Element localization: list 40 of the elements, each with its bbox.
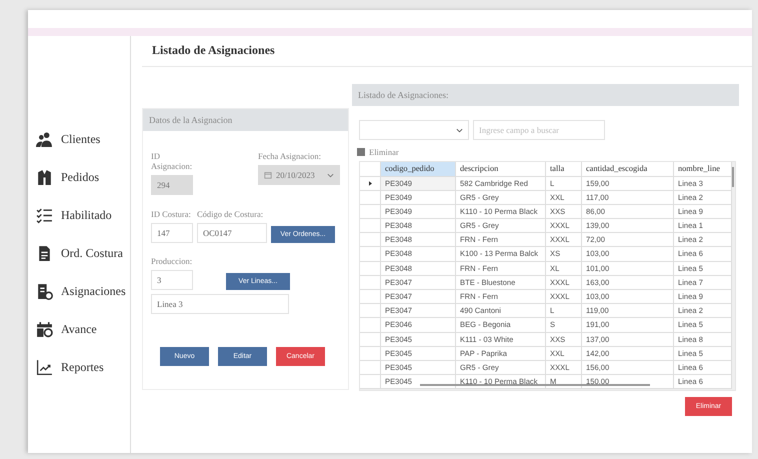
sidebar-item[interactable]: Reportes xyxy=(28,356,104,379)
search-field[interactable]: Ingrese campo a buscar xyxy=(473,120,605,140)
field-label: ID Costura: xyxy=(151,209,192,219)
users-icon xyxy=(36,131,53,148)
sidebar-item[interactable]: Pedidos xyxy=(28,166,100,189)
caret-icon xyxy=(327,172,334,178)
column-header[interactable]: talla xyxy=(546,162,582,176)
input-field[interactable]: 3 xyxy=(151,270,193,290)
input-field[interactable]: OC0147 xyxy=(197,223,267,243)
field-label: Fecha Asignacion: xyxy=(258,151,322,161)
field-label: Código de Costura: xyxy=(197,209,264,219)
column-header[interactable]: descripcion xyxy=(456,162,546,176)
calendar-clock-icon xyxy=(36,321,53,338)
document-icon xyxy=(36,245,53,262)
field-label: Produccion: xyxy=(151,256,194,266)
panel-header: Listado de Asignaciones: xyxy=(352,84,739,106)
checklist-icon xyxy=(36,207,53,224)
caret-icon xyxy=(456,128,463,132)
column-header[interactable]: cantidad_escogida xyxy=(582,162,674,176)
scrollbar[interactable] xyxy=(732,167,734,187)
delete-toolbar-button[interactable]: Eliminar xyxy=(357,147,399,157)
panel-header: Datos de la Asignacion xyxy=(143,109,348,131)
square-icon xyxy=(357,148,365,156)
scrollbar[interactable] xyxy=(420,384,650,386)
sidebar-item[interactable]: Asignaciones xyxy=(28,280,126,303)
sidebar-item[interactable]: Habilitado xyxy=(28,204,112,227)
input-field[interactable]: 147 xyxy=(151,223,193,243)
document-clock-icon xyxy=(36,283,53,300)
input-field[interactable]: Linea 3 xyxy=(151,294,289,314)
row-pointer-icon xyxy=(368,180,372,186)
field-label: ID Asignacion: xyxy=(151,151,194,171)
sidebar-item[interactable]: Avance xyxy=(28,318,97,341)
column-header[interactable]: codigo_pedido xyxy=(381,162,456,176)
vest-icon xyxy=(36,169,53,186)
dropdown[interactable] xyxy=(359,120,469,140)
calendar-icon xyxy=(264,171,272,179)
sidebar-item[interactable]: Ord. Costura xyxy=(28,242,123,265)
line-chart-icon xyxy=(36,359,53,376)
sidebar-item[interactable]: Clientes xyxy=(28,128,100,151)
page-title: Listado de Asignaciones xyxy=(142,36,752,67)
